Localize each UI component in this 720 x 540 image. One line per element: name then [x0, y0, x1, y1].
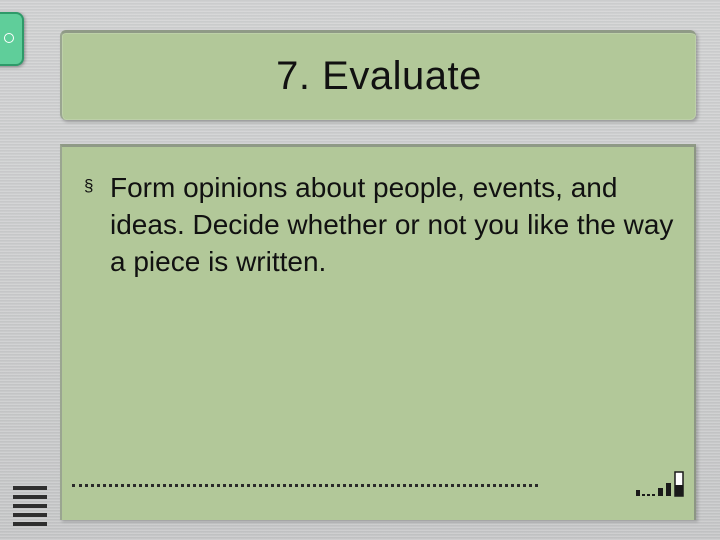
signal-bars-icon — [636, 471, 684, 497]
slide-title: 7. Evaluate — [276, 54, 482, 98]
bullet-marker: § — [84, 176, 94, 195]
bullet-item: § Form opinions about people, events, an… — [84, 169, 684, 280]
bullet-text: Form opinions about people, events, and … — [110, 172, 674, 277]
slide-tab-marker — [0, 12, 24, 66]
hamburger-icon[interactable] — [13, 486, 47, 530]
content-panel: § Form opinions about people, events, an… — [60, 144, 696, 520]
title-panel: 7. Evaluate — [60, 30, 696, 120]
ring-icon — [4, 33, 14, 43]
dotted-divider — [72, 484, 538, 487]
